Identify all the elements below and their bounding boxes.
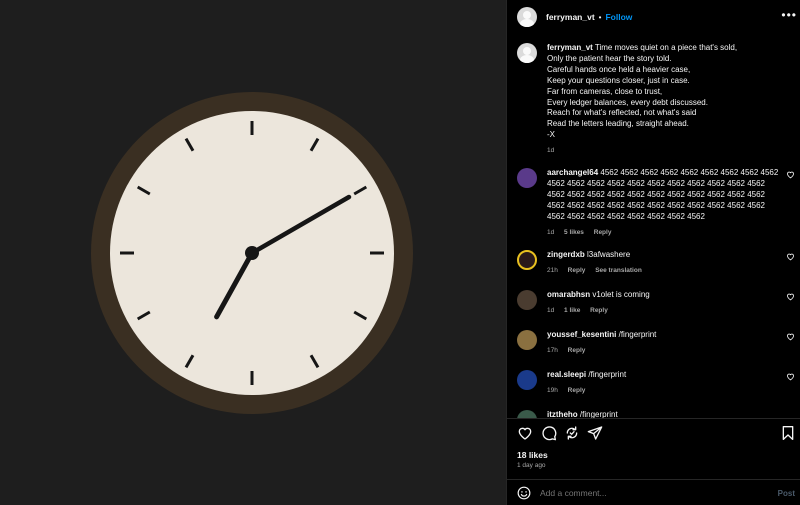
comment-text: v1olet is coming — [592, 290, 650, 299]
header-separator: • — [598, 12, 602, 22]
comment-like-heart-icon[interactable] — [786, 252, 795, 261]
commenter-avatar[interactable] — [517, 168, 537, 188]
likes-count[interactable]: 18 likes — [517, 450, 548, 460]
comment-time[interactable]: 17h — [547, 347, 558, 354]
comment-username[interactable]: real.sleepi — [547, 370, 586, 379]
comment-likes[interactable]: 1 like — [564, 307, 580, 314]
comment-icon[interactable] — [541, 425, 557, 441]
author-avatar[interactable] — [517, 7, 537, 27]
post-actions: 18 likes 1 day ago Post — [507, 418, 800, 505]
post-timestamp[interactable]: 1 day ago — [517, 462, 546, 469]
heart-icon[interactable] — [517, 425, 533, 441]
commenter-avatar[interactable] — [517, 410, 537, 418]
share-icon[interactable] — [587, 425, 603, 441]
clock-center-pin — [245, 246, 259, 260]
see-translation-button[interactable]: See translation — [595, 267, 642, 274]
caption: ferryman_vt Time moves quiet on a piece … — [517, 43, 799, 157]
caption-time[interactable]: 1d — [547, 147, 554, 154]
comment-username[interactable]: youssef_kesentini — [547, 330, 616, 339]
caption-line: Every ledger balances, every debt discus… — [547, 97, 708, 107]
commenter-avatar[interactable] — [517, 330, 537, 350]
comment-username[interactable]: itztheho — [547, 410, 578, 418]
caption-line: Far from cameras, close to trust, — [547, 86, 663, 96]
caption-line: Careful hands once held a heavier case, — [547, 64, 691, 74]
comment-item: zingerdxb l3afwashere 21h Reply See tran… — [517, 250, 799, 277]
comment-item: itztheho /fingerprint — [517, 410, 799, 418]
comment-username[interactable]: omarabhsn — [547, 290, 590, 299]
reply-button[interactable]: Reply — [590, 307, 608, 314]
emoji-icon[interactable] — [517, 486, 531, 500]
comment-text: /fingerprint — [618, 330, 657, 339]
comments-list[interactable]: ferryman_vt Time moves quiet on a piece … — [507, 37, 800, 418]
caption-username[interactable]: ferryman_vt — [547, 43, 593, 52]
author-username[interactable]: ferryman_vt — [546, 12, 595, 22]
post-media[interactable] — [0, 0, 506, 505]
comment-text: /fingerprint — [579, 410, 618, 418]
post-side-panel: ferryman_vt • Follow ••• ferryman_vt Tim… — [506, 0, 800, 505]
comment-time[interactable]: 1d — [547, 229, 554, 236]
comment-like-heart-icon[interactable] — [786, 292, 795, 301]
caption-line: -X — [547, 130, 555, 140]
add-comment-input[interactable] — [540, 488, 778, 498]
comment-like-heart-icon[interactable] — [786, 372, 795, 381]
comment-item: omarabhsn v1olet is coming 1d 1 like Rep… — [517, 290, 799, 317]
commenter-avatar[interactable] — [517, 370, 537, 390]
post-header: ferryman_vt • Follow ••• — [517, 6, 797, 28]
comment-text: /fingerprint — [588, 370, 627, 379]
caption-line: Time moves quiet on a piece that's sold, — [594, 43, 738, 52]
caption-line: Read the letters leading, straight ahead… — [547, 119, 689, 129]
comment-item: real.sleepi /fingerprint 19h Reply — [517, 370, 799, 397]
reply-button[interactable]: Reply — [568, 387, 586, 394]
clock-image — [91, 92, 413, 414]
comment-like-heart-icon[interactable] — [786, 170, 795, 179]
caption-avatar[interactable] — [517, 43, 537, 63]
comment-likes[interactable]: 5 likes — [564, 229, 584, 236]
comment-item: youssef_kesentini /fingerprint 17h Reply — [517, 330, 799, 357]
follow-button[interactable]: Follow — [605, 12, 632, 22]
repost-icon[interactable] — [564, 425, 580, 441]
reply-button[interactable]: Reply — [594, 229, 612, 236]
comment-time[interactable]: 21h — [547, 267, 558, 274]
reply-button[interactable]: Reply — [568, 347, 586, 354]
commenter-avatar[interactable] — [517, 250, 537, 270]
comment-username[interactable]: zingerdxb — [547, 250, 585, 259]
commenter-avatar[interactable] — [517, 290, 537, 310]
comment-time[interactable]: 19h — [547, 387, 558, 394]
caption-line: Only the patient hear the story told. — [547, 53, 672, 63]
add-comment-bar: Post — [507, 479, 800, 505]
post-comment-button[interactable]: Post — [778, 489, 795, 498]
reply-button[interactable]: Reply — [568, 267, 586, 274]
more-options-icon[interactable]: ••• — [781, 9, 797, 21]
comment-like-heart-icon[interactable] — [786, 332, 795, 341]
comment-text: l3afwashere — [587, 250, 631, 259]
caption-line: Reach for what's reflected, not what's s… — [547, 108, 697, 118]
caption-line: Keep your questions closer, just in case… — [547, 75, 690, 85]
comment-username[interactable]: aarchangel64 — [547, 168, 598, 177]
comment-time[interactable]: 1d — [547, 307, 554, 314]
comment-item: aarchangel64 4562 4562 4562 4562 4562 45… — [517, 168, 799, 238]
bookmark-icon[interactable] — [780, 425, 796, 441]
